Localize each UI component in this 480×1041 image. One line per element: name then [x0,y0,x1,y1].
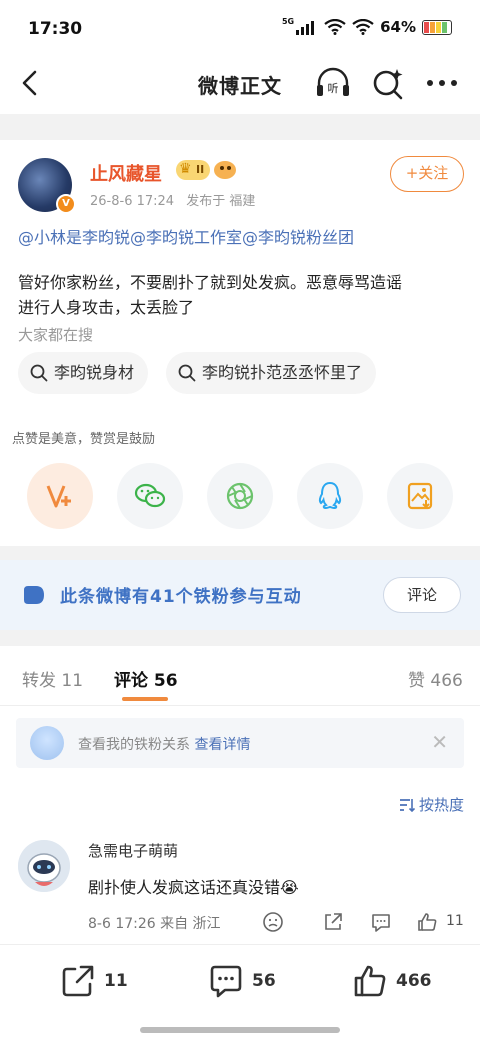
iron-comment-button[interactable]: 评论 [383,577,461,613]
mentions: @小林是李昀锐@李昀锐工作室@李昀锐粉丝团 [18,224,354,248]
sort-label: 按热度 [418,796,464,814]
sort-icon [399,798,415,812]
author-badges: II [176,159,237,180]
weibo-reward-icon [46,485,71,508]
search-hint: 大家都在搜 [18,326,94,344]
diamond-icon [30,726,64,760]
search-icon [30,364,48,382]
iron-fans-text: 此条微博有41个铁粉参与互动 [60,587,302,607]
search-chip-label: 李昀锐身材 [54,363,135,382]
follow-button[interactable]: +关注 [390,156,464,192]
search-ai-icon[interactable] [371,66,405,100]
verified-badge: V [56,194,76,214]
tab-comments[interactable]: 评论 56 [114,666,178,691]
comment-button[interactable]: 56 [208,961,276,1001]
repost-icon [62,965,94,997]
comment-meta: 8-6 17:26 来自 浙江 [88,916,221,932]
fan-relation-link[interactable]: 查看详情 [194,737,250,753]
status-time: 17:30 [28,19,83,39]
comment-actions: 11 [262,911,464,933]
separator [0,546,480,560]
wifi-icon-2 [352,19,374,35]
pet-icon[interactable] [214,161,237,179]
author-avatar[interactable]: V [18,158,76,214]
wechat-icon [134,483,166,508]
fan-relation-card[interactable]: 查看我的铁粉关系 查看详情 ✕ [16,718,464,768]
tab-bar: 转发 11 评论 56 赞 466 [0,646,480,706]
bottom-action-bar: 11 56 466 [0,944,480,1041]
save-image-icon [407,482,433,510]
fan-relation-label: 查看我的铁粉关系 [78,737,190,753]
search-chip[interactable]: 李昀锐身材 [18,352,149,394]
iron-fan-icon [24,586,44,604]
status-icons: 5G 64% [281,16,452,36]
battery-icon [422,19,452,35]
post-timestamp: 26-8-6 17:24 [90,194,175,209]
signal-icon [296,21,315,35]
post-text: 管好你家粉丝，不要剧扑了就到处发疯。恶意辱骂造谣 进行人身攻击，太丢脸了 [18,270,468,320]
post-text-line: 进行人身攻击，太丢脸了 [18,298,195,317]
like-count: 466 [396,971,432,991]
listen-icon[interactable]: 听 [314,66,352,100]
tab-likes-count: 466 [430,671,463,691]
wechat-share-button[interactable] [117,463,183,529]
like-icon[interactable] [416,911,438,933]
active-tab-indicator [122,697,168,701]
commenter-avatar[interactable] [18,840,70,892]
commenter-name[interactable]: 急需电子萌萌 [88,840,178,861]
author-name[interactable]: 止风藏星 [90,160,162,186]
moments-icon [226,482,254,510]
comment-text: 剧扑使人发疯这话还真没错😭 [88,878,299,897]
repost-button[interactable]: 11 [60,961,128,1001]
avatar [18,840,70,892]
post-location: 发布于 福建 [186,194,256,209]
tab-likes-label: 赞 [408,671,425,691]
comment-like-count: 11 [446,913,464,929]
iron-fans-banner: 此条微博有41个铁粉参与互动 评论 [0,560,480,630]
qq-icon [318,481,342,510]
tab-likes[interactable]: 赞 466 [408,666,463,691]
weibo-reward-button[interactable] [27,463,93,529]
search-chip-label: 李昀锐扑范丞丞怀里了 [202,363,363,382]
page-title: 微博正文 [198,74,282,98]
share-row [0,463,480,529]
search-icon [178,364,196,382]
mention-link[interactable]: @小林是李昀锐 [18,228,130,247]
comment-count: 56 [252,971,276,991]
search-chip[interactable]: 李昀锐扑范丞丞怀里了 [166,352,377,394]
qq-share-button[interactable] [297,463,363,529]
battery-percent: 64% [380,18,416,36]
separator [0,114,480,140]
nav-bar: 微博正文 听 [0,56,480,114]
mention-link[interactable]: @李昀锐工作室 [130,228,242,247]
wifi-icon [324,19,346,35]
like-icon [354,965,386,997]
moments-share-button[interactable] [207,463,273,529]
level-badge[interactable]: II [176,159,211,180]
reply-icon[interactable] [370,911,392,933]
comment-icon [210,965,242,998]
svg-text:听: 听 [328,82,339,95]
post-meta: 26-8-6 17:24 发布于 福建 [90,190,255,209]
repost-count: 11 [104,971,128,991]
reward-hint: 点赞是美意，赞赏是鼓励 [12,432,156,447]
fan-relation-text: 查看我的铁粉关系 查看详情 [78,734,250,754]
like-button[interactable]: 466 [352,961,432,1001]
more-icon[interactable] [424,68,460,98]
sort-button[interactable]: 按热度 [399,794,464,815]
dislike-icon[interactable] [262,911,284,933]
mention-link[interactable]: @李昀锐粉丝团 [242,228,354,247]
home-indicator[interactable] [140,1027,340,1033]
post-text-line: 管好你家粉丝，不要剧扑了就到处发疯。恶意辱骂造谣 [18,273,403,292]
close-icon[interactable]: ✕ [431,732,448,752]
network-label: 5G [281,16,295,26]
separator [0,630,480,646]
share-icon[interactable] [322,911,344,933]
tab-repost[interactable]: 转发 11 [22,666,83,691]
save-image-button[interactable] [387,463,453,529]
status-bar: 17:30 5G 64% [0,0,480,56]
